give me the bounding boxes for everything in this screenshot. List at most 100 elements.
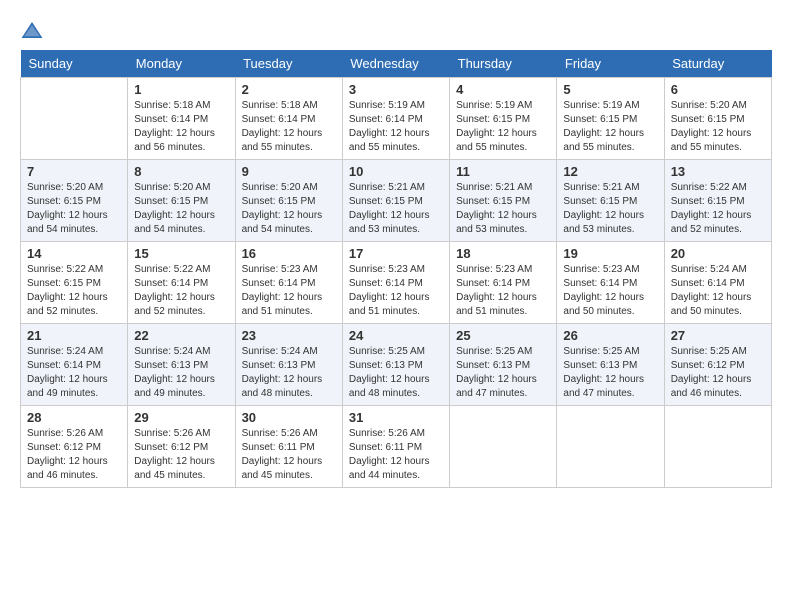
day-number: 15 (134, 246, 228, 261)
logo-icon (20, 20, 44, 40)
day-info: Sunrise: 5:25 AMSunset: 6:13 PMDaylight:… (456, 345, 550, 401)
calendar-week-row: 28 Sunrise: 5:26 AMSunset: 6:12 PMDayligh… (21, 406, 772, 488)
calendar-cell: 29 Sunrise: 5:26 AMSunset: 6:12 PMDayligh… (128, 406, 235, 488)
day-info: Sunrise: 5:21 AMSunset: 6:15 PMDaylight:… (563, 181, 657, 237)
day-number: 11 (456, 164, 550, 179)
day-number: 22 (134, 328, 228, 343)
calendar-cell (21, 78, 128, 160)
day-number: 25 (456, 328, 550, 343)
day-number: 23 (242, 328, 336, 343)
day-info: Sunrise: 5:23 AMSunset: 6:14 PMDaylight:… (349, 263, 443, 319)
day-info: Sunrise: 5:19 AMSunset: 6:15 PMDaylight:… (456, 99, 550, 155)
day-info: Sunrise: 5:18 AMSunset: 6:14 PMDaylight:… (134, 99, 228, 155)
calendar-cell (664, 406, 771, 488)
calendar-header-row: SundayMondayTuesdayWednesdayThursdayFrid… (21, 50, 772, 78)
day-number: 5 (563, 82, 657, 97)
day-info: Sunrise: 5:26 AMSunset: 6:11 PMDaylight:… (242, 427, 336, 483)
day-info: Sunrise: 5:24 AMSunset: 6:13 PMDaylight:… (242, 345, 336, 401)
day-info: Sunrise: 5:25 AMSunset: 6:13 PMDaylight:… (349, 345, 443, 401)
day-number: 28 (27, 410, 121, 425)
logo (20, 20, 48, 40)
calendar-cell: 26 Sunrise: 5:25 AMSunset: 6:13 PMDayligh… (557, 324, 664, 406)
calendar-table: SundayMondayTuesdayWednesdayThursdayFrid… (20, 50, 772, 488)
calendar-cell: 14 Sunrise: 5:22 AMSunset: 6:15 PMDayligh… (21, 242, 128, 324)
day-info: Sunrise: 5:20 AMSunset: 6:15 PMDaylight:… (134, 181, 228, 237)
calendar-cell: 1 Sunrise: 5:18 AMSunset: 6:14 PMDaylight… (128, 78, 235, 160)
calendar-cell: 18 Sunrise: 5:23 AMSunset: 6:14 PMDayligh… (450, 242, 557, 324)
day-info: Sunrise: 5:23 AMSunset: 6:14 PMDaylight:… (456, 263, 550, 319)
calendar-header-wednesday: Wednesday (342, 50, 449, 78)
calendar-cell: 31 Sunrise: 5:26 AMSunset: 6:11 PMDayligh… (342, 406, 449, 488)
day-number: 20 (671, 246, 765, 261)
calendar-cell: 20 Sunrise: 5:24 AMSunset: 6:14 PMDayligh… (664, 242, 771, 324)
calendar-cell: 17 Sunrise: 5:23 AMSunset: 6:14 PMDayligh… (342, 242, 449, 324)
day-number: 18 (456, 246, 550, 261)
day-info: Sunrise: 5:26 AMSunset: 6:12 PMDaylight:… (27, 427, 121, 483)
calendar-cell: 30 Sunrise: 5:26 AMSunset: 6:11 PMDayligh… (235, 406, 342, 488)
calendar-cell: 21Sunrise: 5:24 AMSunset: 6:14 PMDayligh… (21, 324, 128, 406)
day-number: 17 (349, 246, 443, 261)
calendar-header-saturday: Saturday (664, 50, 771, 78)
calendar-cell: 12Sunrise: 5:21 AMSunset: 6:15 PMDayligh… (557, 160, 664, 242)
calendar-week-row: 14 Sunrise: 5:22 AMSunset: 6:15 PMDayligh… (21, 242, 772, 324)
day-number: 14 (27, 246, 121, 261)
calendar-header-thursday: Thursday (450, 50, 557, 78)
calendar-header-friday: Friday (557, 50, 664, 78)
day-number: 6 (671, 82, 765, 97)
day-info: Sunrise: 5:21 AMSunset: 6:15 PMDaylight:… (456, 181, 550, 237)
calendar-cell: 3 Sunrise: 5:19 AMSunset: 6:14 PMDaylight… (342, 78, 449, 160)
day-info: Sunrise: 5:22 AMSunset: 6:15 PMDaylight:… (671, 181, 765, 237)
day-number: 10 (349, 164, 443, 179)
day-number: 13 (671, 164, 765, 179)
day-number: 29 (134, 410, 228, 425)
day-info: Sunrise: 5:25 AMSunset: 6:13 PMDaylight:… (563, 345, 657, 401)
calendar-cell: 6 Sunrise: 5:20 AMSunset: 6:15 PMDaylight… (664, 78, 771, 160)
day-number: 31 (349, 410, 443, 425)
calendar-cell: 25 Sunrise: 5:25 AMSunset: 6:13 PMDayligh… (450, 324, 557, 406)
calendar-cell: 11 Sunrise: 5:21 AMSunset: 6:15 PMDayligh… (450, 160, 557, 242)
calendar-cell: 24 Sunrise: 5:25 AMSunset: 6:13 PMDayligh… (342, 324, 449, 406)
day-info: Sunrise: 5:18 AMSunset: 6:14 PMDaylight:… (242, 99, 336, 155)
day-number: 2 (242, 82, 336, 97)
day-info: Sunrise: 5:24 AMSunset: 6:14 PMDaylight:… (671, 263, 765, 319)
calendar-cell: 23 Sunrise: 5:24 AMSunset: 6:13 PMDayligh… (235, 324, 342, 406)
day-number: 30 (242, 410, 336, 425)
day-info: Sunrise: 5:26 AMSunset: 6:11 PMDaylight:… (349, 427, 443, 483)
calendar-header-tuesday: Tuesday (235, 50, 342, 78)
day-number: 1 (134, 82, 228, 97)
day-info: Sunrise: 5:26 AMSunset: 6:12 PMDaylight:… (134, 427, 228, 483)
day-info: Sunrise: 5:23 AMSunset: 6:14 PMDaylight:… (563, 263, 657, 319)
day-info: Sunrise: 5:22 AMSunset: 6:15 PMDaylight:… (27, 263, 121, 319)
calendar-cell: 28 Sunrise: 5:26 AMSunset: 6:12 PMDayligh… (21, 406, 128, 488)
calendar-header-monday: Monday (128, 50, 235, 78)
day-info: Sunrise: 5:24 AMSunset: 6:13 PMDaylight:… (134, 345, 228, 401)
calendar-cell: 22 Sunrise: 5:24 AMSunset: 6:13 PMDayligh… (128, 324, 235, 406)
calendar-cell: 5 Sunrise: 5:19 AMSunset: 6:15 PMDaylight… (557, 78, 664, 160)
day-info: Sunrise: 5:19 AMSunset: 6:14 PMDaylight:… (349, 99, 443, 155)
day-info: Sunrise: 5:20 AMSunset: 6:15 PMDaylight:… (242, 181, 336, 237)
day-number: 26 (563, 328, 657, 343)
day-info: Sunrise: 5:20 AMSunset: 6:15 PMDaylight:… (27, 181, 121, 237)
day-info: Sunrise: 5:20 AMSunset: 6:15 PMDaylight:… (671, 99, 765, 155)
calendar-week-row: 21Sunrise: 5:24 AMSunset: 6:14 PMDayligh… (21, 324, 772, 406)
calendar-cell: 2 Sunrise: 5:18 AMSunset: 6:14 PMDaylight… (235, 78, 342, 160)
day-info: Sunrise: 5:23 AMSunset: 6:14 PMDaylight:… (242, 263, 336, 319)
calendar-cell: 27Sunrise: 5:25 AMSunset: 6:12 PMDayligh… (664, 324, 771, 406)
day-number: 27 (671, 328, 765, 343)
calendar-cell: 7 Sunrise: 5:20 AMSunset: 6:15 PMDaylight… (21, 160, 128, 242)
day-number: 21 (27, 328, 121, 343)
page-header (20, 20, 772, 40)
day-number: 3 (349, 82, 443, 97)
day-number: 8 (134, 164, 228, 179)
day-info: Sunrise: 5:22 AMSunset: 6:14 PMDaylight:… (134, 263, 228, 319)
day-number: 24 (349, 328, 443, 343)
day-number: 7 (27, 164, 121, 179)
day-number: 4 (456, 82, 550, 97)
day-number: 16 (242, 246, 336, 261)
day-info: Sunrise: 5:19 AMSunset: 6:15 PMDaylight:… (563, 99, 657, 155)
calendar-cell: 8 Sunrise: 5:20 AMSunset: 6:15 PMDaylight… (128, 160, 235, 242)
calendar-header-sunday: Sunday (21, 50, 128, 78)
calendar-cell: 16 Sunrise: 5:23 AMSunset: 6:14 PMDayligh… (235, 242, 342, 324)
calendar-cell: 15 Sunrise: 5:22 AMSunset: 6:14 PMDayligh… (128, 242, 235, 324)
calendar-week-row: 1 Sunrise: 5:18 AMSunset: 6:14 PMDaylight… (21, 78, 772, 160)
